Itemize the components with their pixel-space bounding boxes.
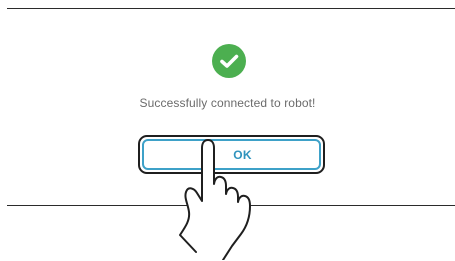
success-dialog: Successfully connected to robot! OK: [0, 0, 455, 261]
check-circle-icon: [212, 44, 246, 78]
success-message: Successfully connected to robot!: [139, 96, 316, 110]
top-divider: [7, 8, 455, 9]
tap-hand-icon: [179, 139, 251, 260]
